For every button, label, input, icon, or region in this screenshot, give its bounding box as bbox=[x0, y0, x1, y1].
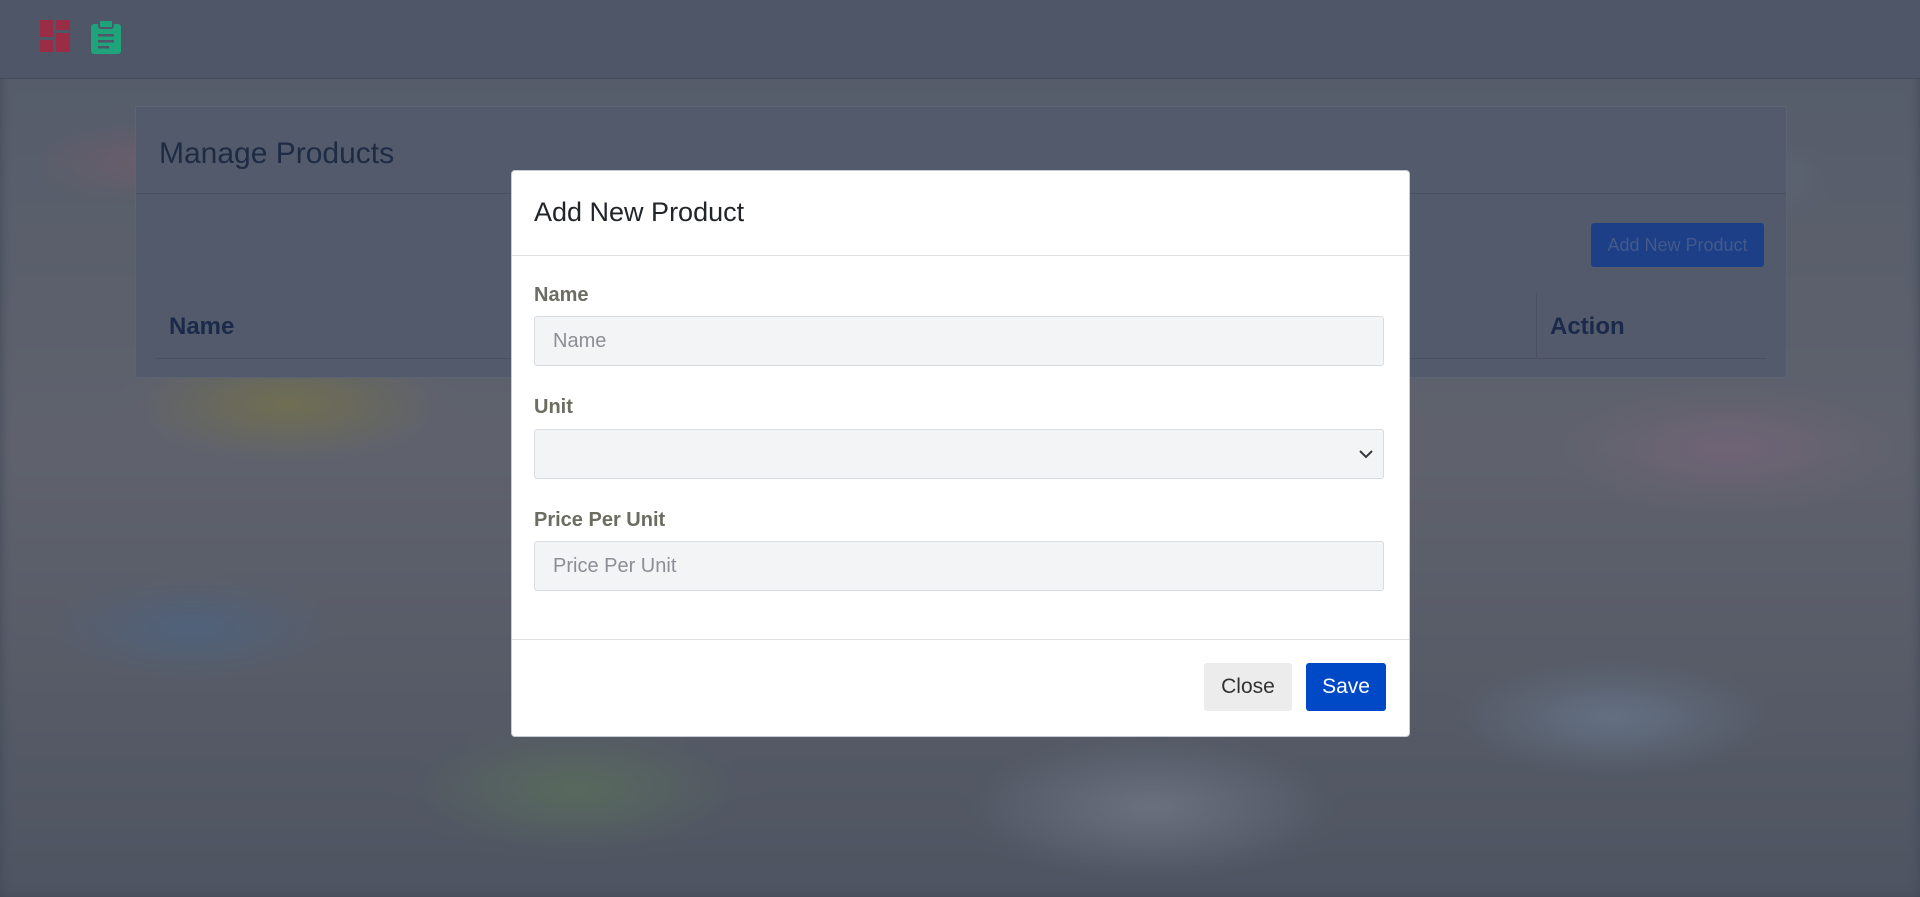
unit-label: Unit bbox=[534, 396, 573, 418]
dashboard-icon[interactable] bbox=[40, 20, 70, 52]
add-new-product-button[interactable]: Add New Product bbox=[1591, 223, 1764, 267]
modal-header: Add New Product bbox=[512, 171, 1409, 256]
modal-title: Add New Product bbox=[534, 197, 745, 227]
name-label: Name bbox=[534, 284, 589, 306]
modal-footer: Close Save bbox=[512, 639, 1409, 737]
add-product-modal: Add New Product Name Unit Price Per Unit… bbox=[511, 170, 1410, 737]
column-header-action: Action bbox=[1550, 313, 1625, 340]
clipboard-icon[interactable] bbox=[90, 19, 121, 54]
name-input[interactable] bbox=[534, 316, 1384, 366]
unit-select-box[interactable] bbox=[534, 429, 1384, 479]
price-label: Price Per Unit bbox=[534, 509, 666, 531]
save-button[interactable]: Save bbox=[1306, 663, 1386, 711]
top-navbar bbox=[0, 0, 1920, 79]
chevron-down-icon bbox=[1358, 446, 1374, 462]
price-per-unit-input[interactable] bbox=[534, 541, 1384, 591]
page-title: Manage Products bbox=[159, 137, 395, 170]
close-button[interactable]: Close bbox=[1204, 663, 1292, 711]
column-header-name: Name bbox=[169, 313, 235, 340]
column-separator bbox=[1536, 293, 1537, 358]
unit-select[interactable] bbox=[534, 429, 1384, 479]
